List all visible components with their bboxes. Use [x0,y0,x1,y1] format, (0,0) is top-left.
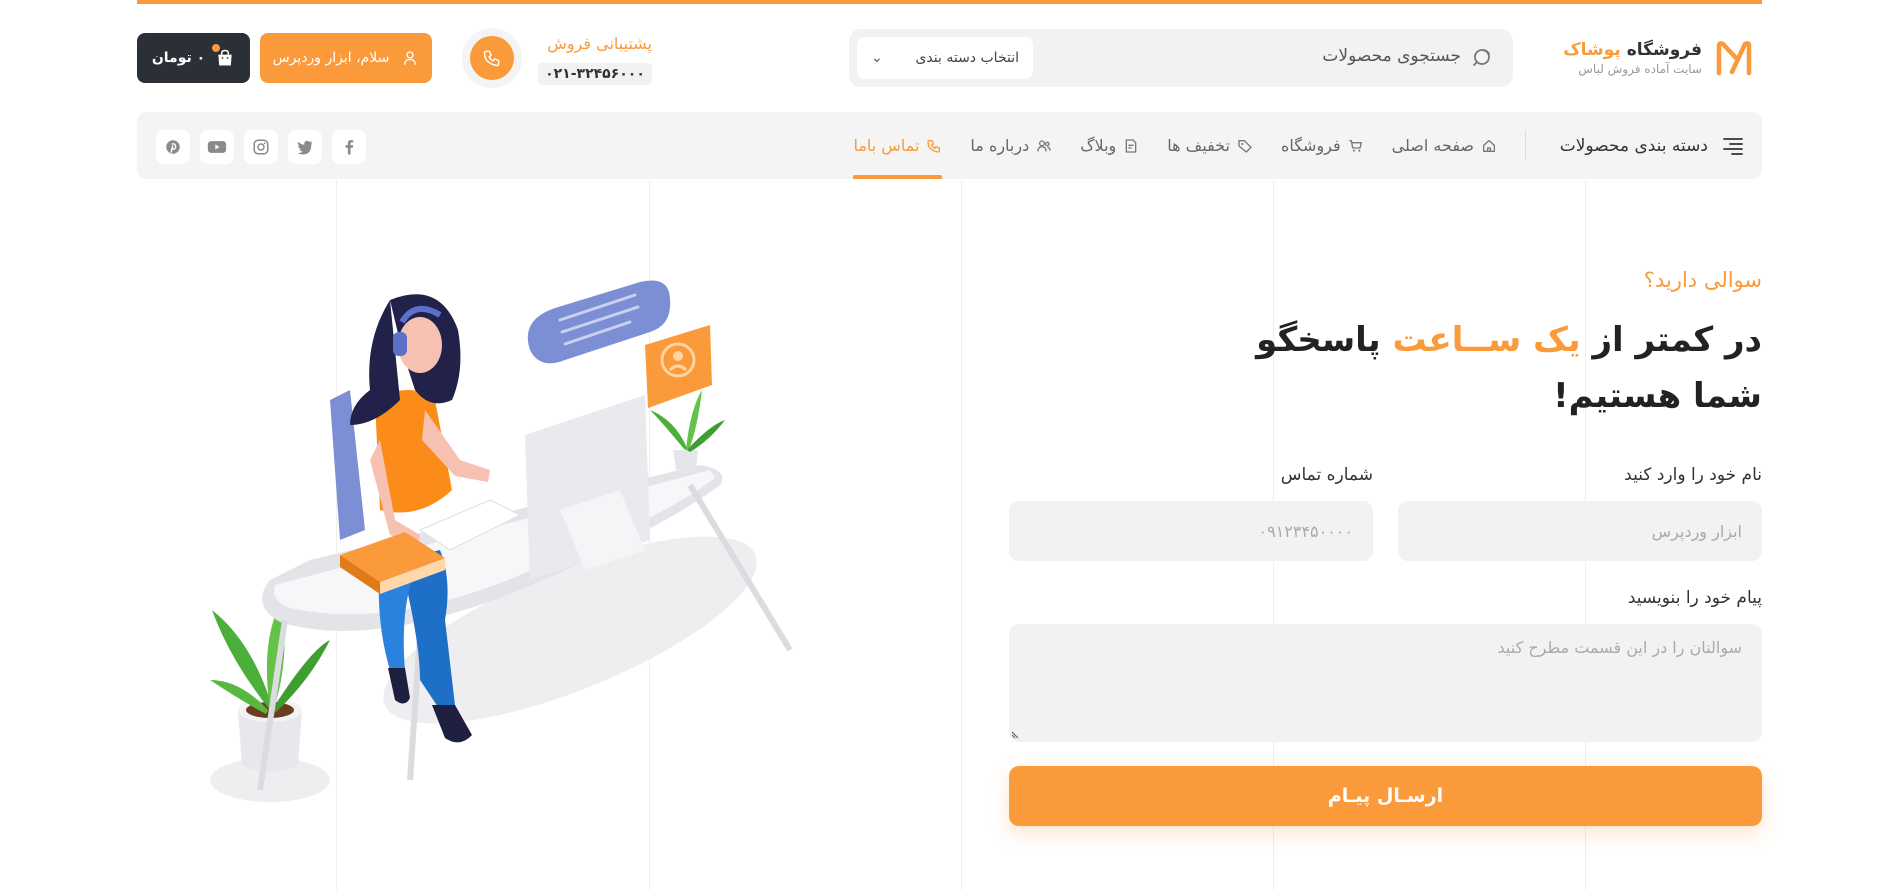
site-logo[interactable]: فروشگاه پوشاک سایت آماده فروش لباس [1563,36,1754,80]
support-agent-illustration [210,280,793,802]
nav-item-label: وبلاگ [1080,136,1117,155]
name-field-label: نام خود را وارد کنید [1624,465,1762,485]
top-accent-bar [137,0,1762,4]
tag-icon [1238,139,1252,153]
nav-divider [1525,130,1526,161]
users-icon [1037,139,1051,151]
headline-accent: یک ســاعت [1392,320,1581,360]
message-field-label: پیام خود را بنویسید [1627,588,1762,608]
nav-item-blog[interactable]: وبلاگ [1080,112,1139,179]
account-greeting: سلام، ابزار وردپرس [272,50,390,66]
nav-links: صفحه اصلی فروشگاه تخفیف ها وبلاگ درباره … [853,112,1497,179]
support-title: پشتیبانی فروش [547,34,652,53]
contact-headline: در کمتر از یک ســاعت پاسخگو شما هستیم! [1242,312,1762,424]
nav-item-discounts[interactable]: تخفیف ها [1167,112,1253,179]
facebook-icon [345,140,354,155]
sales-support[interactable]: پشتیبانی فروش ۰۲۱-۳۲۴۵۶۰۰۰ [462,28,652,88]
logo-subtitle: سایت آماده فروش لباس [1578,62,1702,76]
logo-mark-icon [1716,41,1752,76]
home-icon [1483,139,1495,152]
main-navigation: دسته بندی محصولات صفحه اصلی فروشگاه تخفی… [137,112,1762,179]
cart-icon [1348,139,1362,152]
nav-item-shop[interactable]: فروشگاه [1281,112,1364,179]
logo-text: فروشگاه پوشاک سایت آماده فروش لباس [1563,40,1702,76]
name-input[interactable] [1398,501,1762,561]
phone-input[interactable] [1009,501,1373,561]
resize-handle-icon[interactable] [1011,729,1021,739]
youtube-icon [207,141,227,153]
nav-item-label: تخفیف ها [1167,136,1230,155]
account-button[interactable]: سلام، ابزار وردپرس [260,33,432,83]
logo-title: فروشگاه پوشاک [1563,40,1702,60]
section-eyebrow: سوالی دارید؟ [1643,268,1762,292]
grid-line [961,180,962,890]
nav-item-label: درباره ما [970,136,1030,155]
message-textarea[interactable] [1009,624,1762,742]
categories-menu-label: دسته بندی محصولات [1559,135,1708,156]
category-select-label: انتخاب دسته بندی [915,50,1019,66]
twitter-icon [297,140,313,155]
pinterest-icon [166,140,180,154]
search-input[interactable]: جستجوی محصولات [1322,46,1461,66]
nav-item-label: صفحه اصلی [1391,136,1474,155]
phone-icon [927,139,941,153]
support-icon-ring [462,28,522,88]
cart-total: ۰ تومان [151,50,206,66]
categories-menu-button[interactable]: دسته بندی محصولات [1560,112,1744,179]
search-icon[interactable] [1471,45,1495,69]
menu-icon [1723,137,1743,155]
nav-item-label: تماس باما [853,136,920,155]
user-icon [404,51,417,65]
nav-item-label: فروشگاه [1280,136,1341,155]
youtube-link[interactable] [200,130,234,164]
category-select[interactable]: انتخاب دسته بندی ⌄ [857,37,1033,79]
site-header: فروشگاه پوشاک سایت آماده فروش لباس انتخا… [137,28,1762,88]
send-message-button[interactable]: ارسـال پیـام [1009,766,1762,826]
logo-title-accent: پوشاک [1563,40,1621,60]
nav-item-about[interactable]: درباره ما [970,112,1052,179]
chevron-down-icon: ⌄ [871,50,883,66]
instagram-link[interactable] [244,130,278,164]
support-phone-number: ۰۲۱-۳۲۴۵۶۰۰۰ [538,63,652,85]
blog-icon [1125,138,1137,153]
nav-item-contact[interactable]: تماس باما [853,112,943,179]
phone-icon [470,36,514,80]
pinterest-link[interactable] [156,130,190,164]
facebook-link[interactable] [332,130,366,164]
cart-button[interactable]: ۰ تومان [137,33,250,83]
shopping-bag-icon [211,43,235,68]
headline-pre: در کمتر از [1580,320,1762,360]
logo-title-main: فروشگاه [1626,40,1702,60]
search-bar: انتخاب دسته بندی ⌄ جستجوی محصولات [849,29,1513,87]
phone-field-label: شماره تماس [1280,465,1373,485]
nav-item-home[interactable]: صفحه اصلی [1392,112,1497,179]
social-links [156,130,366,164]
instagram-icon [253,139,269,155]
twitter-link[interactable] [288,130,322,164]
